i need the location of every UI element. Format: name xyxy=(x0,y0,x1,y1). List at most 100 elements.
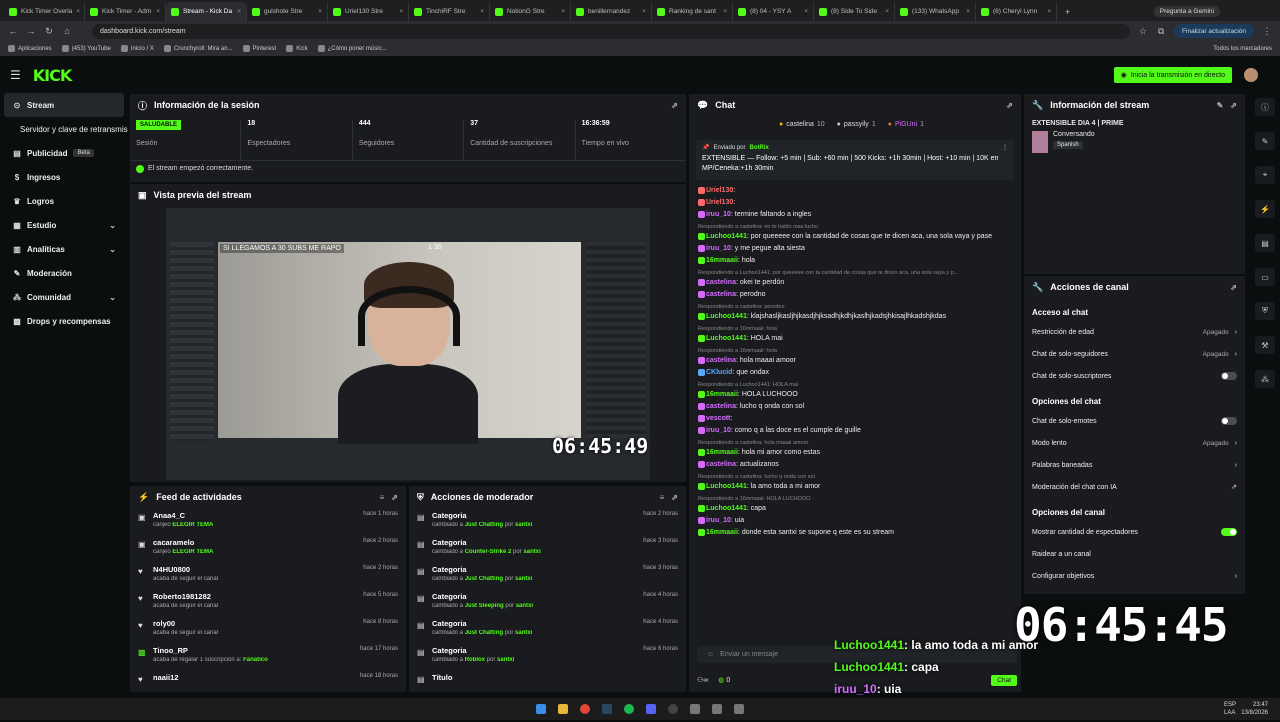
bolt-icon[interactable]: ⚡ xyxy=(1255,200,1275,218)
reply-context[interactable]: Respondiendo a 16mmaaii: hola xyxy=(698,324,1013,334)
reply-context[interactable]: Respondiendo a castelina: lucho q onda c… xyxy=(698,472,1013,482)
info-icon[interactable]: ⓘ xyxy=(1255,98,1275,116)
browser-tab[interactable]: (8) 04 - YSY A × xyxy=(733,2,814,21)
sidebar-item-estudio[interactable]: ▦ Estudio ⌄ xyxy=(0,213,128,237)
feed-user[interactable]: N4HU0800 xyxy=(153,565,357,574)
system-clock[interactable]: 23:47 13/8/2026 xyxy=(1241,701,1268,717)
chat-username[interactable]: 16mmaaii xyxy=(706,257,738,264)
kick-logo[interactable]: KICK xyxy=(33,66,72,85)
popout-icon[interactable]: ⇗ xyxy=(1006,101,1013,110)
pin-action-icon[interactable]: ⋮ xyxy=(1002,144,1008,151)
channel-action-item[interactable]: Restricción de edad Apagado › xyxy=(1024,321,1245,343)
menu-dots-icon[interactable]: ⋮ xyxy=(1262,26,1272,37)
close-icon[interactable]: × xyxy=(804,8,808,15)
top-gifter[interactable]: ● passyily 1 xyxy=(837,121,876,128)
channel-action-item[interactable]: Configurar objetivos › xyxy=(1024,565,1245,587)
bookmark-item[interactable]: Crunchyroll: Mira an... xyxy=(163,45,233,52)
close-icon[interactable]: × xyxy=(76,8,80,15)
terminal-icon[interactable] xyxy=(712,704,722,714)
reply-context[interactable]: Respondiendo a 16mmaaii: HOLA LUCHOOO xyxy=(698,494,1013,504)
chat-username[interactable]: 16mmaaii xyxy=(706,449,738,456)
mod-user[interactable]: santxi xyxy=(515,630,532,636)
channel-action-item[interactable]: Moderación del chat con IA ⇗ xyxy=(1024,476,1245,498)
chat-username[interactable]: iruu_10 xyxy=(706,211,731,218)
chat-icon[interactable]: ▭ xyxy=(1255,268,1275,286)
top-gifter[interactable]: ● PiGUni 1 xyxy=(888,121,924,128)
sidebar-item-analíticas[interactable]: ▥ Analíticas ⌄ xyxy=(0,237,128,261)
close-icon[interactable]: × xyxy=(642,8,646,15)
reply-context[interactable]: Respondiendo a castelina: hola maaai amo… xyxy=(698,438,1013,448)
chat-username[interactable]: castelina xyxy=(706,279,736,286)
filter-icon[interactable]: ≡ xyxy=(380,493,385,502)
shield-icon[interactable]: ⛨ xyxy=(1255,302,1275,320)
camera-icon[interactable]: ⌖ xyxy=(1255,166,1275,184)
windows-start-icon[interactable] xyxy=(536,704,546,714)
wrench-icon[interactable]: ⚒ xyxy=(1255,336,1275,354)
category-name[interactable]: Conversando xyxy=(1053,131,1095,138)
bookmark-item[interactable]: (453) YouTube xyxy=(61,45,111,52)
bookmark-item[interactable]: Aplicaciones xyxy=(8,45,52,52)
browser-tab[interactable]: (8) Side To Side × xyxy=(814,2,895,21)
chat-username[interactable]: iruu_10 xyxy=(706,245,731,252)
url-field[interactable]: dashboard.kick.com/stream xyxy=(92,23,1131,39)
edit-icon[interactable]: ✎ xyxy=(1217,101,1224,110)
chat-username[interactable]: castelina xyxy=(706,291,736,298)
close-icon[interactable]: × xyxy=(399,8,403,15)
forward-icon[interactable]: → xyxy=(26,26,36,36)
chat-username[interactable]: Uriel130 xyxy=(706,199,733,206)
chat-username[interactable]: Luchoo1441 xyxy=(706,233,747,240)
browser-tab[interactable]: guishote Stre × xyxy=(247,2,328,21)
channel-action-item[interactable]: Palabras baneadas › xyxy=(1024,454,1245,476)
close-icon[interactable]: × xyxy=(1047,8,1051,15)
home-icon[interactable]: ⌂ xyxy=(62,26,72,36)
sidebar-item-publicidad[interactable]: ▤ Publicidad Beta xyxy=(0,141,128,165)
chat-username[interactable]: iruu_10 xyxy=(706,517,731,524)
new-tab-icon[interactable]: + xyxy=(1065,7,1070,17)
back-icon[interactable]: ← xyxy=(8,26,18,36)
chat-username[interactable]: vescott xyxy=(706,415,731,422)
bookmark-item[interactable]: Inicio / X xyxy=(120,45,154,52)
obs-icon[interactable] xyxy=(668,704,678,714)
channel-action-item[interactable]: Modo lento Apagado › xyxy=(1024,432,1245,454)
calculator-icon[interactable] xyxy=(690,704,700,714)
sidebar-item-stream[interactable]: ⊙ Stream xyxy=(4,93,124,117)
chat-username[interactable]: 16mmaaii xyxy=(706,529,738,536)
bookmark-item[interactable]: Kick xyxy=(286,45,308,52)
chat-username[interactable]: 16mmaaii xyxy=(706,391,738,398)
channel-action-item[interactable]: Mostrar cantidad de espectadores xyxy=(1024,521,1245,543)
reply-context[interactable]: Respondiendo a castelina: no te hablo ma… xyxy=(698,222,1013,232)
popout-icon[interactable]: ⇗ xyxy=(1230,101,1237,110)
chat-username[interactable]: iruu_10 xyxy=(706,427,731,434)
extensions-icon[interactable]: ⧉ xyxy=(1156,26,1166,37)
all-bookmarks[interactable]: Todos los marcadores xyxy=(1213,46,1272,52)
sidebar-item-drops[interactable]: ▩ Drops y recompensas xyxy=(0,309,128,333)
settings-icon[interactable] xyxy=(734,704,744,714)
mod-user[interactable]: santxi xyxy=(497,657,514,663)
mod-user[interactable]: santxi xyxy=(515,522,532,528)
mod-user[interactable]: santxi xyxy=(515,576,532,582)
chat-username[interactable]: CKlucid xyxy=(706,369,732,376)
stream-preview-video[interactable]: SI LLEGAMOS A 30 SUBS ME RAPO 1 30 06:45… xyxy=(166,208,650,480)
reply-context[interactable]: Respondiendo a 16mmaaii: hola xyxy=(698,346,1013,356)
close-icon[interactable]: × xyxy=(237,8,241,15)
toggle-switch[interactable] xyxy=(1221,528,1237,536)
close-icon[interactable]: × xyxy=(723,8,727,15)
browser-tab[interactable]: benillernandez × xyxy=(571,2,652,21)
edit-icon[interactable]: ✎ xyxy=(1255,132,1275,150)
sidebar-item-servidor[interactable]: Servidor y clave de retransmisión xyxy=(0,117,128,141)
chat-username[interactable]: castelina xyxy=(706,461,736,468)
close-icon[interactable]: × xyxy=(480,8,484,15)
close-icon[interactable]: × xyxy=(156,8,160,15)
toggle-switch[interactable] xyxy=(1221,417,1237,425)
chat-username[interactable]: Luchoo1441 xyxy=(706,335,747,342)
feed-user[interactable]: Tinoo_RP xyxy=(153,646,354,655)
mod-user[interactable]: santxi xyxy=(523,549,540,555)
discord-icon[interactable] xyxy=(646,704,656,714)
browser-tab[interactable]: NotionG Stre × xyxy=(490,2,571,21)
sidebar-item-logros[interactable]: ♛ Logros xyxy=(0,189,128,213)
feed-user[interactable]: Roberto1981282 xyxy=(153,592,357,601)
sidebar-item-ingresos[interactable]: $ Ingresos xyxy=(0,165,128,189)
pinned-message[interactable]: 📌 Enviado por BotRix ⋮ EXTENSIBLE — Follow:… xyxy=(696,140,1014,180)
channel-action-item[interactable]: Chat de solo-emotes xyxy=(1024,410,1245,432)
reply-context[interactable]: Respondiendo a Luchoo1441: HOLA mai xyxy=(698,380,1013,390)
